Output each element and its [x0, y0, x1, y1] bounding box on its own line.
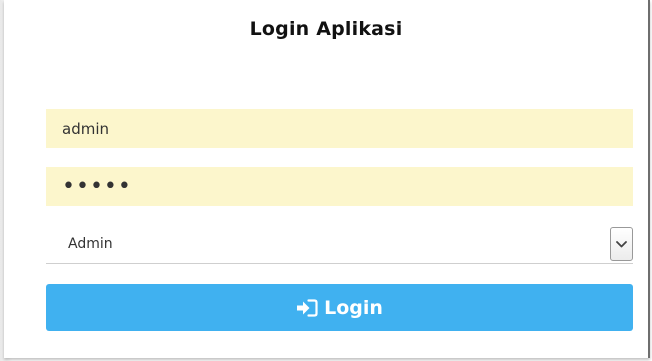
role-select-toggle[interactable] — [610, 227, 633, 261]
chevron-down-icon — [616, 241, 627, 248]
login-button-label: Login — [324, 296, 383, 319]
password-input[interactable] — [46, 167, 633, 206]
login-button[interactable]: Login — [46, 284, 633, 331]
username-input[interactable] — [46, 109, 633, 148]
sign-in-icon — [297, 298, 318, 317]
page-title: Login Aplikasi — [249, 18, 403, 40]
role-select-value: Admin — [68, 236, 113, 252]
role-select[interactable]: Admin — [46, 225, 633, 264]
